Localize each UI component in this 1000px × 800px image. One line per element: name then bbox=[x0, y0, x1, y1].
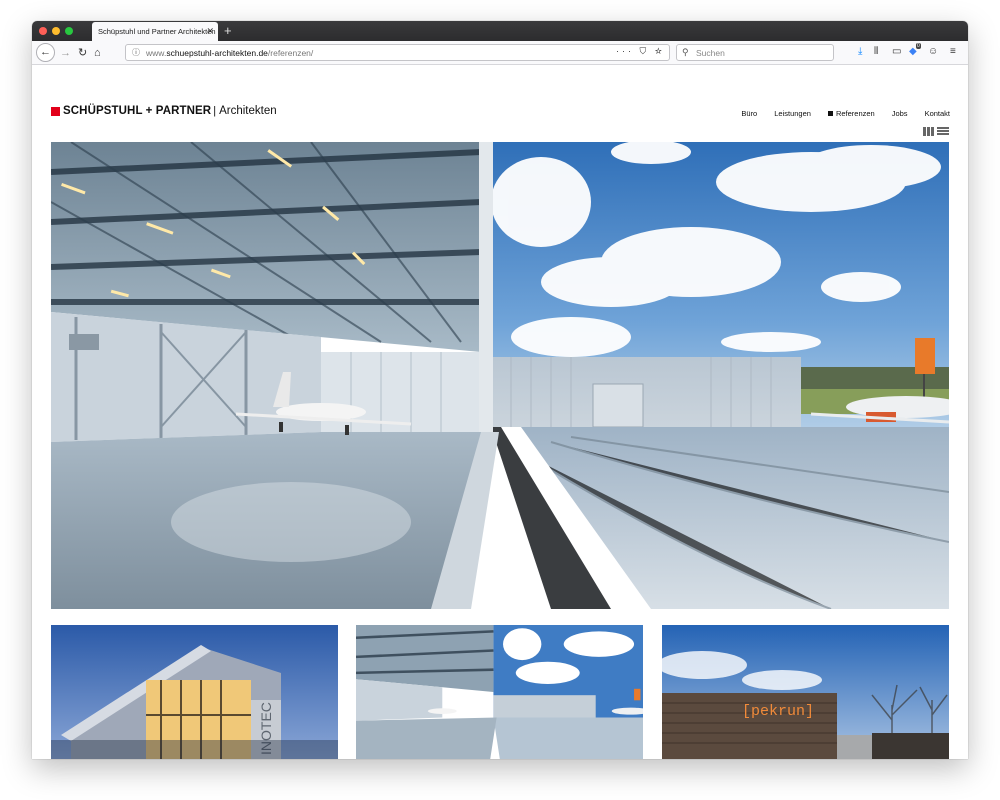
logo-main-text: SCHÜPSTUHL + PARTNER bbox=[63, 105, 212, 117]
site-logo[interactable]: SCHÜPSTUHL + PARTNER | Architekten bbox=[51, 105, 277, 117]
search-placeholder: Suchen bbox=[696, 48, 725, 58]
thumb3-sign-text: [pekrun] bbox=[742, 703, 814, 720]
view-toggle bbox=[923, 127, 949, 136]
thumbnail-pekrun[interactable]: [pekrun] bbox=[662, 625, 949, 759]
back-button[interactable]: ← bbox=[36, 43, 55, 62]
account-icon[interactable]: ☺ bbox=[928, 46, 938, 58]
library-icon[interactable]: ⫴ bbox=[874, 46, 878, 58]
page-actions-icon[interactable]: ··· ⛉ ☆ bbox=[616, 46, 665, 57]
nav-item-jobs[interactable]: Jobs bbox=[892, 109, 908, 118]
search-icon: ⚲ bbox=[682, 47, 689, 57]
downloads-icon[interactable]: ⤓ bbox=[858, 46, 862, 58]
sidebar-icon[interactable]: ▭ bbox=[892, 46, 901, 58]
logo-mark bbox=[51, 106, 60, 116]
menu-icon[interactable]: ≡ bbox=[950, 46, 956, 58]
url-text: www.schuepstuhl-architekten.de/referenze… bbox=[146, 48, 314, 58]
nav-item-kontakt[interactable]: Kontakt bbox=[925, 109, 950, 118]
navigation-toolbar: ← → ↻ ⌂ ⓘ www.schuepstuhl-architekten.de… bbox=[32, 41, 968, 65]
maximize-window-button[interactable] bbox=[65, 27, 73, 35]
tab-title: Schüpstuhl und Partner Architekten bbox=[98, 27, 216, 36]
tab-bar: Schüpstuhl und Partner Architekten ✕ + bbox=[32, 21, 968, 41]
browser-window: Schüpstuhl und Partner Architekten ✕ + ←… bbox=[32, 21, 968, 759]
home-button[interactable]: ⌂ bbox=[94, 46, 101, 60]
close-window-button[interactable] bbox=[39, 27, 47, 35]
thumbnail-hangar[interactable] bbox=[356, 625, 643, 759]
grid-view-icon[interactable] bbox=[923, 127, 935, 136]
search-bar[interactable]: ⚲ Suchen bbox=[676, 44, 834, 61]
extension-badge: 0 bbox=[916, 43, 921, 49]
main-navigation: Büro Leistungen Referenzen Jobs Kontakt bbox=[724, 109, 950, 118]
logo-sub-text: Architekten bbox=[219, 105, 277, 117]
reload-button[interactable]: ↻ bbox=[78, 46, 87, 60]
nav-item-buero[interactable]: Büro bbox=[741, 109, 757, 118]
close-tab-icon[interactable]: ✕ bbox=[206, 26, 214, 37]
minimize-window-button[interactable] bbox=[52, 27, 60, 35]
thumbnail-inotec[interactable]: INOTEC bbox=[51, 625, 338, 759]
site-info-icon[interactable]: ⓘ bbox=[132, 47, 140, 58]
list-view-icon[interactable] bbox=[937, 127, 949, 136]
new-tab-button[interactable]: + bbox=[224, 23, 232, 38]
web-page: SCHÜPSTUHL + PARTNER | Architekten Büro … bbox=[32, 65, 968, 759]
forward-button[interactable]: → bbox=[60, 46, 71, 60]
window-controls bbox=[39, 27, 73, 35]
tab-active[interactable]: Schüpstuhl und Partner Architekten ✕ bbox=[92, 22, 218, 41]
hangar-photo bbox=[51, 142, 949, 609]
hero-image[interactable] bbox=[51, 142, 949, 609]
nav-item-leistungen[interactable]: Leistungen bbox=[774, 109, 811, 118]
url-bar[interactable]: ⓘ www.schuepstuhl-architekten.de/referen… bbox=[125, 44, 670, 61]
nav-item-referenzen[interactable]: Referenzen bbox=[828, 109, 875, 118]
